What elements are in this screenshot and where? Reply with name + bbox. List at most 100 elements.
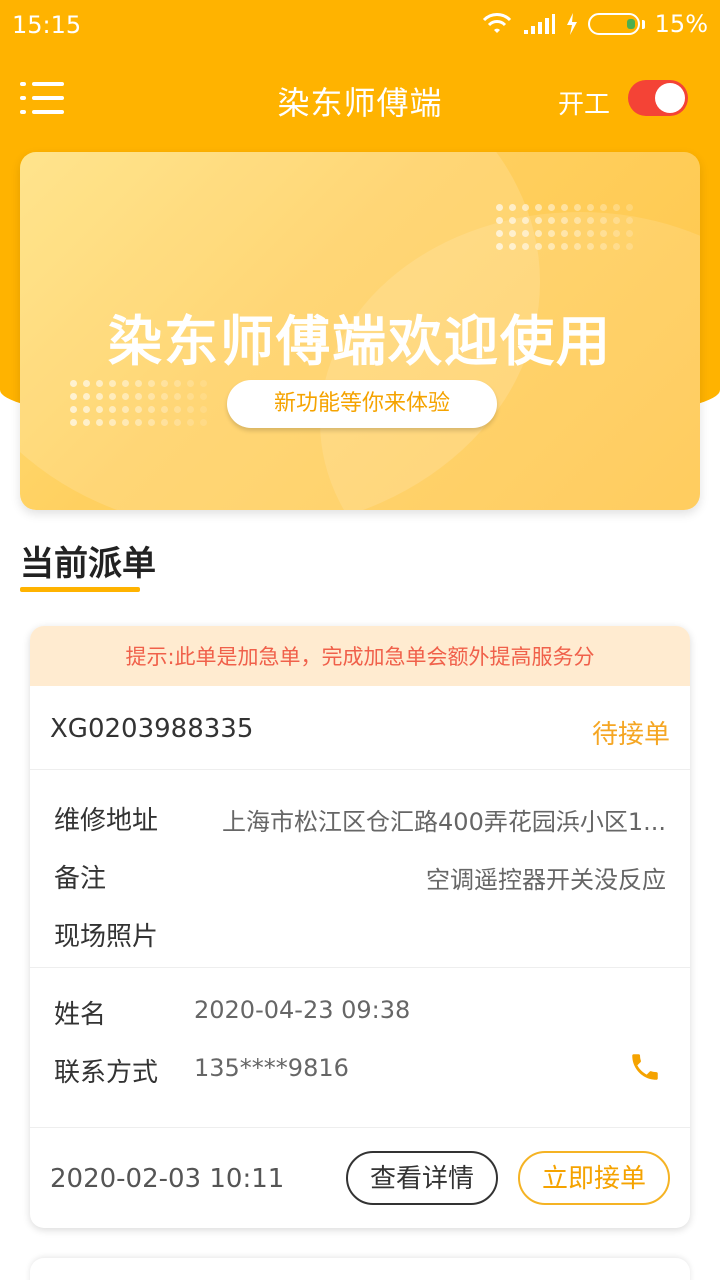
dot-decoration — [574, 230, 581, 237]
dot-decoration — [109, 380, 116, 387]
name-label: 姓名 — [54, 1000, 107, 1030]
section-underline — [20, 587, 140, 592]
dot-decoration — [187, 380, 194, 387]
dot-decoration — [200, 419, 207, 426]
dot-decoration — [496, 230, 503, 237]
dot-decoration — [613, 243, 620, 250]
dot-decoration — [122, 419, 129, 426]
address-label: 维修地址 — [54, 806, 159, 836]
dot-decoration — [535, 243, 542, 250]
section-title: 当前派单 — [20, 544, 156, 584]
app-bar: 染东师傅端 开工 — [0, 60, 720, 140]
dot-decoration — [135, 380, 142, 387]
dot-decoration — [174, 380, 181, 387]
dot-decoration — [70, 380, 77, 387]
charging-icon — [566, 13, 577, 35]
name-value: 2020-04-23 09:38 — [194, 996, 411, 1024]
status-bar: 15:15 15% — [0, 0, 720, 52]
dot-decoration — [613, 204, 620, 211]
contact-value: 135****9816 — [194, 1054, 349, 1082]
work-toggle[interactable] — [628, 80, 688, 116]
dot-decoration — [574, 243, 581, 250]
dot-decoration — [161, 380, 168, 387]
dot-pattern-decoration — [70, 380, 207, 426]
dot-decoration — [561, 230, 568, 237]
dot-decoration — [626, 204, 633, 211]
next-order-card — [30, 1258, 690, 1280]
dot-decoration — [561, 217, 568, 224]
dot-decoration — [161, 393, 168, 400]
dot-decoration — [83, 393, 90, 400]
urgent-tip: 提示:此单是加急单，完成加急单会额外提高服务分 — [30, 626, 690, 686]
dot-decoration — [70, 393, 77, 400]
dot-decoration — [561, 204, 568, 211]
phone-icon[interactable] — [628, 1050, 662, 1084]
dot-decoration — [548, 204, 555, 211]
dot-decoration — [600, 243, 607, 250]
contact-label: 联系方式 — [54, 1058, 159, 1088]
order-footer: 2020-02-03 10:11 查看详情 立即接单 — [30, 1128, 690, 1228]
order-header: XG0203988335 待接单 — [30, 686, 690, 770]
dot-decoration — [496, 217, 503, 224]
dot-decoration — [135, 393, 142, 400]
status-time: 15:15 — [12, 11, 82, 39]
accept-order-button[interactable]: 立即接单 — [518, 1151, 670, 1205]
dot-decoration — [587, 243, 594, 250]
dot-decoration — [148, 380, 155, 387]
remark-label: 备注 — [54, 864, 107, 894]
signal-icon — [523, 14, 555, 34]
dot-decoration — [626, 217, 633, 224]
dot-decoration — [613, 230, 620, 237]
dot-decoration — [70, 406, 77, 413]
dot-decoration — [600, 204, 607, 211]
dot-decoration — [587, 217, 594, 224]
dot-decoration — [200, 380, 207, 387]
dot-decoration — [600, 217, 607, 224]
dot-decoration — [148, 406, 155, 413]
dot-decoration — [70, 419, 77, 426]
dot-decoration — [613, 217, 620, 224]
dot-decoration — [496, 204, 503, 211]
dot-decoration — [122, 406, 129, 413]
new-feature-button[interactable]: 新功能等你来体验 — [227, 380, 497, 428]
dot-decoration — [574, 217, 581, 224]
dot-decoration — [96, 419, 103, 426]
dot-decoration — [174, 419, 181, 426]
dot-decoration — [187, 393, 194, 400]
toggle-knob — [655, 83, 685, 113]
dot-decoration — [148, 419, 155, 426]
work-status-label: 开工 — [558, 90, 611, 120]
dot-decoration — [135, 419, 142, 426]
dot-decoration — [122, 380, 129, 387]
dot-decoration — [548, 217, 555, 224]
dot-decoration — [587, 230, 594, 237]
dot-decoration — [148, 393, 155, 400]
order-status: 待接单 — [591, 720, 670, 750]
dot-decoration — [509, 217, 516, 224]
banner-title: 染东师傅端欢迎使用 — [108, 310, 612, 373]
dot-decoration — [587, 204, 594, 211]
view-detail-button[interactable]: 查看详情 — [346, 1151, 498, 1205]
dot-decoration — [522, 204, 529, 211]
dot-pattern-decoration — [496, 204, 633, 250]
order-card: 提示:此单是加急单，完成加急单会额外提高服务分 XG0203988335 待接单… — [30, 626, 690, 1228]
dot-decoration — [83, 406, 90, 413]
dot-decoration — [96, 380, 103, 387]
contact-info: 姓名 2020-04-23 09:38 联系方式 135****9816 — [30, 968, 690, 1128]
dot-decoration — [161, 406, 168, 413]
dot-decoration — [96, 406, 103, 413]
app-title: 染东师傅端 — [277, 84, 443, 122]
dot-decoration — [626, 230, 633, 237]
dot-decoration — [161, 419, 168, 426]
battery-cap — [641, 19, 645, 29]
dot-decoration — [200, 406, 207, 413]
order-number: XG0203988335 — [50, 714, 254, 744]
address-value: 上海市松江区仓汇路400弄花园浜小区1... — [222, 808, 666, 836]
order-created-time: 2020-02-03 10:11 — [50, 1164, 285, 1194]
dot-decoration — [109, 419, 116, 426]
dot-decoration — [83, 380, 90, 387]
dot-decoration — [561, 243, 568, 250]
dot-decoration — [522, 217, 529, 224]
dot-decoration — [187, 419, 194, 426]
welcome-banner[interactable]: 染东师傅端欢迎使用 新功能等你来体验 — [20, 152, 700, 510]
